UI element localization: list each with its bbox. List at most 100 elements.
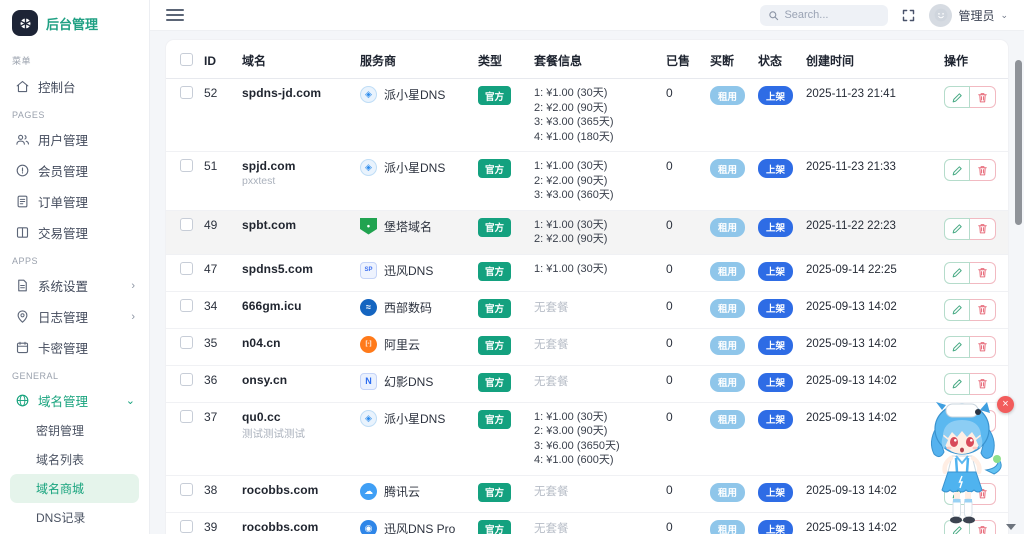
sidebar-subitem-域名列表[interactable]: 域名列表 xyxy=(10,445,139,474)
provider-name: 幻影DNS xyxy=(384,374,434,389)
sidebar: 后台管理 菜单 控制台 PAGES 用户管理 会员管理 订单管理 交易管理 APPS 系统设置 ›… xyxy=(0,0,150,534)
sidebar-item-系统设置[interactable]: 系统设置 › xyxy=(10,270,139,301)
package-line: 2: ¥2.00 (90天) xyxy=(534,174,608,187)
delete-button[interactable] xyxy=(970,217,996,240)
sidebar-subitem-域名商城[interactable]: 域名商城 xyxy=(10,474,139,503)
delete-button[interactable] xyxy=(970,86,996,108)
delete-button[interactable] xyxy=(970,159,996,181)
sidebar-item-控制台[interactable]: 控制台 xyxy=(10,71,139,102)
cell-type: 官方 xyxy=(474,365,530,403)
domain-name: rocobbs.com xyxy=(242,519,319,534)
edit-button[interactable] xyxy=(944,335,970,358)
cell-id: 36 xyxy=(200,365,238,403)
cell-id: 39 xyxy=(200,512,238,534)
status-badge: 上架 xyxy=(758,261,794,281)
sidebar-item-域名管理[interactable]: 域名管理 ⌄ xyxy=(10,385,139,416)
baota-provider-icon: • xyxy=(360,217,377,235)
sidebar-subitem-DNS记录[interactable]: DNS记录 xyxy=(10,503,139,532)
edit-button[interactable] xyxy=(944,261,970,284)
edit-button[interactable] xyxy=(944,372,970,395)
delete-button[interactable] xyxy=(970,298,996,321)
domain-table: ID 域名 服务商 类型 套餐信息 已售 买断 状态 创建时间 操作 52 sp… xyxy=(166,40,1008,534)
cell-id: 34 xyxy=(200,291,238,329)
row-checkbox[interactable] xyxy=(180,519,193,533)
cell-actions xyxy=(940,78,1008,152)
cell-created: 2025-11-23 21:33 xyxy=(802,151,940,211)
row-checkbox[interactable] xyxy=(180,482,193,496)
cell-provider: • 堡塔域名 xyxy=(356,210,474,255)
type-badge: 官方 xyxy=(478,159,512,178)
row-checkbox[interactable] xyxy=(180,335,193,349)
type-badge: 官方 xyxy=(478,261,512,281)
sidebar-item-订单管理[interactable]: 订单管理 xyxy=(10,186,139,217)
sidebar-item-卡密管理[interactable]: 卡密管理 xyxy=(10,332,139,363)
created-time: 2025-09-13 14:02 xyxy=(806,411,897,424)
sidebar-subitem-密钥管理[interactable]: 密钥管理 xyxy=(10,416,139,445)
cell-domain: 666gm.icu xyxy=(238,291,356,329)
sidebar-section-label: 菜单 xyxy=(12,56,32,66)
row-checkbox[interactable] xyxy=(180,217,193,231)
delete-button[interactable] xyxy=(970,261,996,284)
delete-button[interactable] xyxy=(970,372,996,395)
search-input[interactable] xyxy=(784,9,881,21)
col-id: ID xyxy=(200,40,238,79)
card-icon xyxy=(14,340,30,356)
edit-button[interactable] xyxy=(944,159,970,181)
user-menu[interactable]: 管理员 ⌄ xyxy=(929,3,1008,27)
sidebar-item-label: 交易管理 xyxy=(38,227,89,241)
cell-domain: spbt.com xyxy=(238,210,356,255)
sidebar-item-会员管理[interactable]: 会员管理 xyxy=(10,155,139,186)
row-checkbox[interactable] xyxy=(180,261,193,275)
cell-created: 2025-09-13 14:02 xyxy=(802,328,940,366)
package-line: 3: ¥3.00 (360天) xyxy=(534,189,614,201)
cell-packages: 1: ¥1.00 (30天) 2: ¥2.00 (90天) 3: ¥3.00 (36… xyxy=(530,151,662,211)
type-badge: 官方 xyxy=(478,335,512,355)
row-checkbox[interactable] xyxy=(180,409,193,423)
cell-type: 官方 xyxy=(474,210,530,255)
created-time: 2025-09-13 14:02 xyxy=(806,374,897,387)
chevron-right-icon: › xyxy=(131,279,135,292)
cell-status: 上架 xyxy=(754,210,802,255)
col-domain: 域名 xyxy=(238,40,356,79)
western-provider-icon: ≈ xyxy=(360,298,377,316)
row-checkbox[interactable] xyxy=(180,86,193,99)
aliyun-provider-icon: [-] xyxy=(360,335,377,353)
edit-button[interactable] xyxy=(944,298,970,321)
mascot-close-button[interactable]: × xyxy=(997,396,1014,413)
row-checkbox[interactable] xyxy=(180,159,193,172)
app-logo[interactable]: 后台管理 xyxy=(10,6,139,46)
menu-toggle-icon[interactable] xyxy=(166,9,184,21)
cell-buyout: 租用 xyxy=(706,151,754,211)
app-root: 后台管理 菜单 控制台 PAGES 用户管理 会员管理 订单管理 交易管理 APPS 系统设置 ›… xyxy=(0,0,1024,534)
sidebar-item-日志管理[interactable]: 日志管理 › xyxy=(10,301,139,332)
cell-type: 官方 xyxy=(474,151,530,211)
delete-button[interactable] xyxy=(970,335,996,358)
scrollbar-thumb[interactable] xyxy=(1015,60,1022,225)
cell-status: 上架 xyxy=(754,151,802,211)
cell-provider: [-] 阿里云 xyxy=(356,328,474,366)
cell-domain: onsy.cn xyxy=(238,365,356,403)
status-badge: 上架 xyxy=(758,335,794,355)
sidebar-item-交易管理[interactable]: 交易管理 xyxy=(10,217,139,248)
edit-button[interactable] xyxy=(944,217,970,240)
edit-button[interactable] xyxy=(944,86,970,108)
sidebar-section-label: PAGES xyxy=(12,110,45,120)
no-package-label: 无套餐 xyxy=(534,522,569,534)
cell-type: 官方 xyxy=(474,291,530,329)
type-badge: 官方 xyxy=(478,372,512,392)
cell-sold: 0 xyxy=(662,512,706,534)
provider-name: 派小星DNS xyxy=(384,161,446,175)
select-all-checkbox[interactable] xyxy=(180,52,193,66)
sidebar-item-用户管理[interactable]: 用户管理 xyxy=(10,124,139,155)
cell-packages: 1: ¥1.00 (30天) 2: ¥3.00 (90天) 3: ¥6.00 (36… xyxy=(530,402,662,476)
fullscreen-icon[interactable] xyxy=(901,8,916,23)
home-icon xyxy=(14,79,30,95)
status-badge: 上架 xyxy=(758,409,794,429)
package-line: 1: ¥1.00 (30天) xyxy=(534,218,608,231)
package-line: 1: ¥1.00 (30天) xyxy=(534,87,608,99)
buyout-badge: 租用 xyxy=(710,335,746,355)
search-box xyxy=(760,4,889,26)
cell-status: 上架 xyxy=(754,475,802,513)
row-checkbox[interactable] xyxy=(180,372,193,386)
row-checkbox[interactable] xyxy=(180,298,193,312)
